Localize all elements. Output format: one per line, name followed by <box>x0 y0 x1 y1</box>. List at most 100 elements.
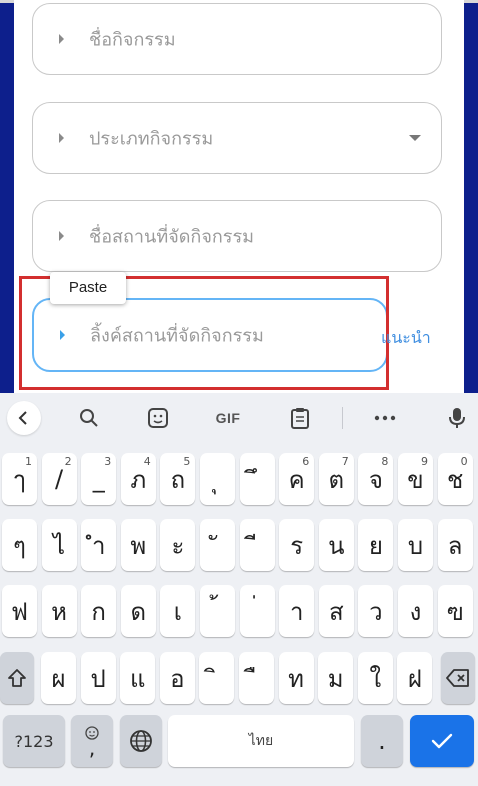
caret-right-icon <box>59 231 64 241</box>
key[interactable]: แ <box>120 652 156 704</box>
key-char: ๅ <box>13 465 26 494</box>
key[interactable]: พ <box>120 519 156 571</box>
key[interactable]: ฃ <box>437 585 473 637</box>
key[interactable]: ถ5 <box>160 453 196 505</box>
key-number-hint: 9 <box>421 455 428 468</box>
symbols-key[interactable]: ?123 <box>3 715 65 767</box>
key[interactable]: ั <box>200 519 235 571</box>
key[interactable]: ต7 <box>318 453 354 505</box>
clipboard-icon[interactable] <box>283 401 317 435</box>
activity-name-placeholder: ชื่อกิจกรรม <box>89 29 176 51</box>
key[interactable]: เ <box>160 585 196 637</box>
key[interactable]: ร <box>279 519 315 571</box>
key-char: ฃ <box>446 597 464 626</box>
key[interactable]: ล <box>437 519 473 571</box>
key[interactable]: ง <box>398 585 433 637</box>
key-char: น <box>328 531 345 560</box>
key-char: ฝ <box>407 664 422 693</box>
key[interactable]: ิ <box>199 652 235 704</box>
gif-icon[interactable]: GIF <box>208 401 248 435</box>
emoji-comma-key[interactable]: , <box>71 715 113 767</box>
key[interactable]: ป <box>80 652 116 704</box>
key-char: ใ <box>369 664 382 693</box>
mic-icon[interactable] <box>440 401 474 435</box>
key[interactable]: า <box>279 585 315 637</box>
key[interactable]: ๆ <box>2 519 37 571</box>
key-char: ล <box>447 531 463 560</box>
globe-key[interactable] <box>120 715 162 767</box>
period-key[interactable]: . <box>361 715 403 767</box>
backspace-key[interactable] <box>441 652 475 704</box>
sticker-icon[interactable] <box>141 401 175 435</box>
key[interactable]: ื <box>239 652 274 704</box>
toolbar-divider <box>342 407 343 429</box>
key[interactable]: ส <box>318 585 354 637</box>
key[interactable]: ค6 <box>279 453 315 505</box>
key-char: ห <box>51 597 67 626</box>
key-char: ม <box>327 664 344 693</box>
suggest-link[interactable]: แนะนำ <box>381 326 431 351</box>
globe-icon <box>130 730 152 752</box>
key[interactable]: ึ <box>239 453 275 505</box>
key[interactable]: ใ <box>357 652 393 704</box>
key-char: ร <box>290 531 304 560</box>
key-number-hint: 6 <box>302 455 310 468</box>
key[interactable]: _ 3 <box>81 453 117 505</box>
key[interactable]: ด <box>120 585 156 637</box>
key[interactable]: ุ <box>200 453 235 505</box>
key[interactable]: ่ <box>239 585 275 637</box>
key[interactable]: ข9 <box>398 453 433 505</box>
key-char: ป <box>90 664 106 693</box>
key-number-hint: 0 <box>460 455 468 468</box>
key-char: ท <box>288 664 304 693</box>
key[interactable]: ย <box>358 519 394 571</box>
key[interactable]: ี <box>239 519 275 571</box>
back-icon[interactable] <box>7 401 41 435</box>
shift-key[interactable] <box>0 652 34 704</box>
key[interactable]: น <box>318 519 354 571</box>
enter-key[interactable] <box>410 715 474 767</box>
key[interactable]: ก <box>81 585 117 637</box>
activity-name-field[interactable]: ชื่อกิจกรรม <box>32 3 442 75</box>
key[interactable]: ช0 <box>437 453 473 505</box>
key-char: ะ <box>171 531 185 560</box>
key[interactable]: ภ4 <box>120 453 156 505</box>
key[interactable]: ผ <box>41 652 76 704</box>
key-char: บ <box>407 531 424 560</box>
key[interactable]: ้ <box>200 585 235 637</box>
space-key[interactable]: ไทย <box>168 715 354 767</box>
caret-right-icon <box>59 34 64 44</box>
key[interactable]: ะ <box>160 519 196 571</box>
activity-type-select[interactable]: ประเภทกิจกรรม <box>32 102 442 174</box>
paste-button[interactable]: Paste <box>50 272 126 304</box>
key-char: _ <box>92 465 105 493</box>
key[interactable]: /2 <box>41 453 77 505</box>
key-char: ว <box>369 597 383 626</box>
activity-type-placeholder: ประเภทกิจกรรม <box>89 128 214 150</box>
key[interactable]: ห <box>41 585 77 637</box>
key-char: อ <box>170 664 185 693</box>
comma-label: , <box>88 736 96 760</box>
key[interactable]: จ8 <box>358 453 394 505</box>
key[interactable]: ไ <box>41 519 77 571</box>
key-char: แ <box>129 664 146 693</box>
key[interactable]: ม <box>318 652 354 704</box>
key[interactable]: ๅ1 <box>2 453 37 505</box>
venue-name-field[interactable]: ชื่อสถานที่จัดกิจกรรม <box>32 200 442 272</box>
key[interactable]: อ <box>159 652 195 704</box>
key[interactable]: ำ <box>81 519 117 571</box>
key[interactable]: ว <box>358 585 394 637</box>
key-char: ง <box>409 597 422 626</box>
key-number-hint: 8 <box>381 455 389 468</box>
key[interactable]: บ <box>398 519 433 571</box>
key[interactable]: ฝ <box>397 652 433 704</box>
key[interactable]: ฟ <box>2 585 37 637</box>
key-char: พ <box>130 531 147 560</box>
dropdown-arrow-icon[interactable] <box>409 135 421 141</box>
key-char: ไ <box>53 531 66 560</box>
key-char: ำ <box>91 531 106 560</box>
key[interactable]: ท <box>278 652 314 704</box>
key-char: ส <box>328 597 344 626</box>
search-icon[interactable] <box>72 401 106 435</box>
more-icon[interactable] <box>368 401 402 435</box>
